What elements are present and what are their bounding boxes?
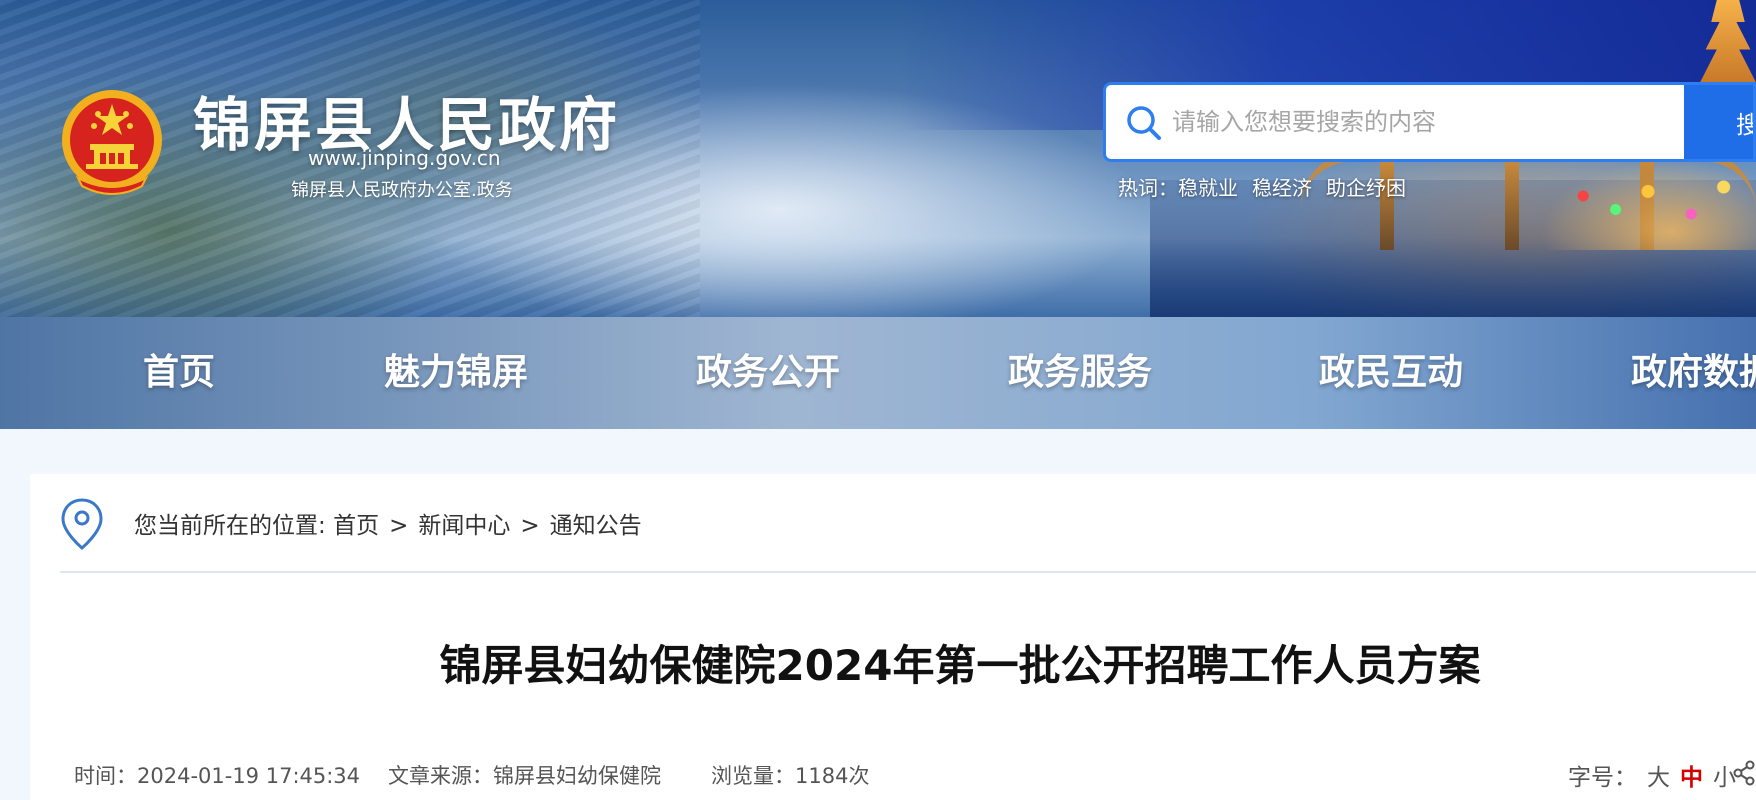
breadcrumb-prefix: 您当前所在的位置: — [134, 513, 326, 539]
source-value: 锦屏县妇幼保健院 — [493, 764, 662, 788]
breadcrumb-divider — [60, 571, 1756, 573]
hotword-link[interactable]: 稳就业 — [1178, 176, 1238, 200]
search-icon — [1127, 106, 1161, 140]
nav-item-gov-affairs[interactable]: 政务公开 — [696, 317, 840, 429]
breadcrumb: 您当前所在的位置: 首页 > 新闻中心 > 通知公告 — [134, 506, 642, 540]
search-box: 搜 — [1103, 82, 1756, 162]
article-meta: 时间：2024-01-19 17:45:34 文章来源：锦屏县妇幼保健院 浏览量：1… — [74, 760, 870, 790]
nav-item-gov-data[interactable]: 政府数据 — [1631, 317, 1756, 429]
content-card: 您当前所在的位置: 首页 > 新闻中心 > 通知公告 锦屏县妇幼保健院2024年第一批公… — [30, 474, 1756, 800]
article-title: 锦屏县妇幼保健院2024年第一批公开招聘工作人员方案 — [439, 641, 1481, 690]
font-size-label: 字号： — [1568, 765, 1637, 791]
hotwords-label: 热词： — [1118, 176, 1178, 200]
main-nav: 首页 魅力锦屏 政务公开 政务服务 政民互动 政府数据 — [0, 317, 1756, 429]
banner-lights — [1540, 160, 1756, 250]
bridge-pier — [1505, 160, 1519, 250]
views-value: 1184次 — [795, 764, 870, 788]
location-pin-icon — [61, 498, 103, 550]
site-url: www.jinping.gov.cn — [308, 146, 501, 170]
font-size-medium[interactable]: 中 — [1680, 765, 1703, 791]
time-value: 2024-01-19 17:45:34 — [137, 764, 361, 788]
hotword-link[interactable]: 助企纾困 — [1326, 176, 1406, 200]
nav-item-home[interactable]: 首页 — [143, 317, 215, 429]
national-emblem-icon — [62, 90, 162, 195]
breadcrumb-notices[interactable]: 通知公告 — [550, 513, 642, 539]
breadcrumb-news-center[interactable]: 新闻中心 — [418, 513, 510, 539]
nav-item-charm[interactable]: 魅力锦屏 — [384, 317, 528, 429]
hotwords: 热词：稳就业 稳经济 助企纾困 — [1118, 172, 1420, 201]
nav-item-gov-services[interactable]: 政务服务 — [1008, 317, 1152, 429]
breadcrumb-separator: > — [520, 513, 540, 539]
search-button[interactable]: 搜 — [1684, 85, 1753, 159]
header-banner: 锦屏县人民政府 www.jinping.gov.cn 锦屏县人民政府办公室.政务… — [0, 0, 1756, 317]
time-label: 时间： — [74, 764, 137, 788]
source-label: 文章来源： — [388, 764, 494, 788]
site-office: 锦屏县人民政府办公室.政务 — [291, 180, 513, 201]
breadcrumb-home[interactable]: 首页 — [333, 513, 379, 539]
breadcrumb-separator: > — [389, 513, 409, 539]
share-icon[interactable] — [1732, 760, 1756, 786]
search-input[interactable] — [1166, 85, 1678, 159]
font-size-control: 字号：大中小 — [1568, 758, 1736, 792]
views-label: 浏览量： — [711, 764, 796, 788]
hotword-link[interactable]: 稳经济 — [1252, 176, 1312, 200]
nav-item-interaction[interactable]: 政民互动 — [1319, 317, 1463, 429]
font-size-large[interactable]: 大 — [1647, 765, 1670, 791]
